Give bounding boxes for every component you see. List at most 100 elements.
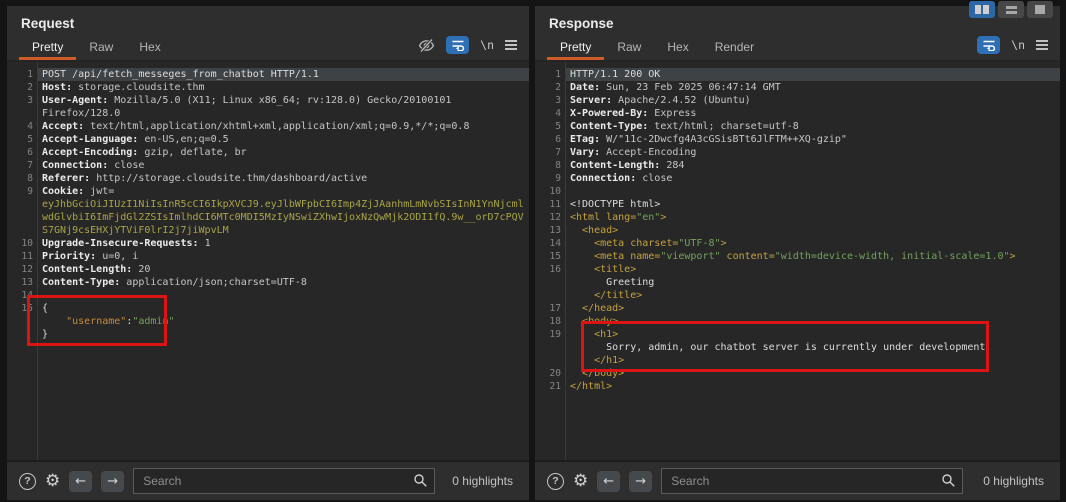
code-line: 8Referer: http://storage.cloudsite.thm/d… [7, 172, 529, 185]
code-line: 21</html> [535, 380, 1060, 393]
response-editor[interactable]: 1HTTP/1.1 200 OK2Date: Sun, 23 Feb 2025 … [535, 62, 1060, 460]
line-number: 1 [535, 68, 561, 81]
code-line: 12<html lang="en"> [535, 211, 1060, 224]
line-number: 12 [535, 211, 561, 224]
tab-response-render[interactable]: Render [702, 35, 767, 60]
code-line: 6Accept-Encoding: gzip, deflate, br [7, 146, 529, 159]
search-field-wrap [661, 468, 963, 494]
line-number: 3 [535, 94, 561, 107]
line-number [7, 328, 33, 341]
single-pane-button[interactable] [1027, 1, 1053, 18]
code-line: </title> [535, 289, 1060, 302]
word-wrap-icon[interactable] [446, 36, 469, 54]
newline-toggle-icon[interactable]: \n [1011, 38, 1025, 52]
search-icon [941, 473, 956, 493]
newline-toggle-icon[interactable]: \n [480, 38, 494, 52]
line-number: 3 [7, 94, 33, 107]
code-line: 9Cookie: jwt= [7, 185, 529, 198]
code-line: 13Content-Type: application/json;charset… [7, 276, 529, 289]
search-input[interactable] [133, 468, 435, 494]
line-number: 7 [535, 146, 561, 159]
line-number: 4 [535, 107, 561, 120]
line-number: 6 [7, 146, 33, 159]
code-line: 1HTTP/1.1 200 OK [535, 68, 1060, 81]
settings-gear-icon[interactable]: ⚙ [45, 473, 60, 490]
code-line: 19 <h1> [535, 328, 1060, 341]
line-number: 9 [535, 172, 561, 185]
line-number: 13 [7, 276, 33, 289]
prev-match-button[interactable]: ← [69, 471, 92, 492]
line-number [535, 289, 561, 302]
response-search-bar: ? ⚙ ← → 0 highlights [535, 460, 1060, 500]
line-number: 2 [7, 81, 33, 94]
request-editor[interactable]: 1POST /api/fetch_messeges_from_chatbot H… [7, 62, 529, 460]
line-number: 4 [7, 120, 33, 133]
line-number: 17 [535, 302, 561, 315]
gutter-divider [37, 62, 38, 460]
code-line: 18 <body> [535, 315, 1060, 328]
line-number: 8 [535, 159, 561, 172]
tab-response-raw[interactable]: Raw [604, 35, 654, 60]
search-input[interactable] [661, 468, 963, 494]
code-line: 2Date: Sun, 23 Feb 2025 06:47:14 GMT [535, 81, 1060, 94]
line-number: 18 [535, 315, 561, 328]
line-number [535, 354, 561, 367]
line-number: 2 [535, 81, 561, 94]
code-line: 11Priority: u=0, i [7, 250, 529, 263]
tab-request-pretty[interactable]: Pretty [19, 35, 76, 60]
line-number: 15 [7, 302, 33, 315]
hide-eye-icon[interactable] [418, 38, 435, 53]
word-wrap-icon[interactable] [977, 36, 1000, 54]
tab-response-pretty[interactable]: Pretty [547, 35, 604, 60]
code-line: 3User-Agent: Mozilla/5.0 (X11; Linux x86… [7, 94, 529, 107]
next-match-button[interactable]: → [629, 471, 652, 492]
line-number: 12 [7, 263, 33, 276]
menu-icon[interactable] [505, 40, 517, 50]
settings-gear-icon[interactable]: ⚙ [573, 473, 588, 490]
layout-toggle-group [969, 1, 1053, 18]
line-number: 7 [7, 159, 33, 172]
line-number: 8 [7, 172, 33, 185]
code-line: 7Vary: Accept-Encoding [535, 146, 1060, 159]
prev-match-button[interactable]: ← [597, 471, 620, 492]
code-line: 10Upgrade-Insecure-Requests: 1 [7, 237, 529, 250]
code-line: wdGlvbiI6ImFjdGl2ZSIsImlhdCI6MTc0MDI5MzI… [7, 211, 529, 224]
tab-response-hex[interactable]: Hex [654, 35, 701, 60]
request-panel: Request PrettyRawHex \n [7, 6, 529, 500]
line-number: 11 [7, 250, 33, 263]
code-line: 20 </body> [535, 367, 1060, 380]
response-toolbar: \n [977, 36, 1060, 60]
line-number: 11 [535, 198, 561, 211]
code-line: 14 <meta charset="UTF-8"> [535, 237, 1060, 250]
tab-request-raw[interactable]: Raw [76, 35, 126, 60]
next-match-button[interactable]: → [101, 471, 124, 492]
line-number [535, 276, 561, 289]
menu-icon[interactable] [1036, 40, 1048, 50]
code-line: 10 [535, 185, 1060, 198]
code-line: 15{ [7, 302, 529, 315]
request-toolbar: \n [418, 36, 529, 60]
code-line: Firefox/128.0 [7, 107, 529, 120]
request-title: Request [7, 6, 529, 35]
line-number: 14 [535, 237, 561, 250]
help-icon[interactable]: ? [19, 473, 36, 490]
code-line: 12Content-Length: 20 [7, 263, 529, 276]
code-line: 17 </head> [535, 302, 1060, 315]
code-line: 3Server: Apache/2.4.52 (Ubuntu) [535, 94, 1060, 107]
line-number: 15 [535, 250, 561, 263]
split-rows-button[interactable] [998, 1, 1024, 18]
code-line: "username":"admin" [7, 315, 529, 328]
request-tabs-row: PrettyRawHex \n [7, 35, 529, 62]
line-number: 13 [535, 224, 561, 237]
code-line: 4X-Powered-By: Express [535, 107, 1060, 120]
code-line: 13 <head> [535, 224, 1060, 237]
line-number: 5 [535, 120, 561, 133]
code-line: eyJhbGciOiJIUzI1NiIsInR5cCI6IkpXVCJ9.eyJ… [7, 198, 529, 211]
line-number: 20 [535, 367, 561, 380]
help-icon[interactable]: ? [547, 473, 564, 490]
highlights-count: 0 highlights [452, 474, 517, 488]
tab-request-hex[interactable]: Hex [126, 35, 173, 60]
line-number [7, 315, 33, 328]
split-columns-button[interactable] [969, 1, 995, 18]
line-number [535, 341, 561, 354]
